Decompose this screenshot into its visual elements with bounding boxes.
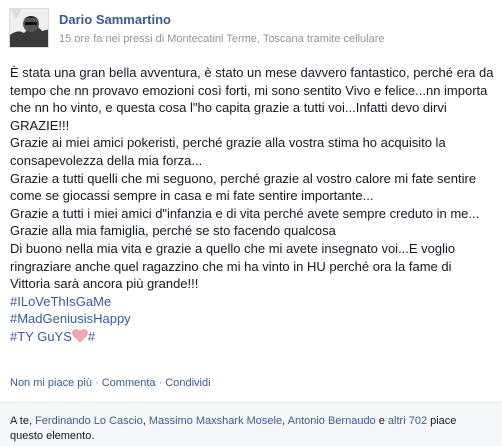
post-line: ringraziare anche quel ragazzino che mi … [10,258,452,274]
post-header: Dario Sammartino 15 ore fa nei pressi di… [9,8,489,48]
post-meta: 15 ore fa nei pressi di Montecatini Term… [59,33,385,45]
liker-link[interactable]: Massimo Maxshark Mosele [149,415,282,427]
post-line: È stata una gran bella avventura, è stat… [10,65,494,80]
post-line: Vittoria sarà ancora più grande!!! [10,276,199,292]
post-line: Grazie a tutti quelli che mi seguono, pe… [10,170,477,186]
liker-link[interactable]: Antonio Bernaudo [288,415,376,427]
post-body: È stata una gran bella avventura, è stat… [10,64,496,346]
action-separator: · [155,377,166,389]
profile-photo-icon [10,9,48,47]
post-actions: Non mi piace più · Commenta · Condividi [10,377,211,389]
likes-prefix: A te, [10,415,36,427]
post-line: Grazie ai miei amici pokeristi, perché g… [10,135,446,151]
hashtag-link[interactable]: #MadGeniusisHappy [10,311,131,326]
post-line: Di buono nella mia vita e grazie a quell… [10,240,456,256]
author-name[interactable]: Dario Sammartino [59,12,171,27]
comment-button[interactable]: Commenta [102,377,156,389]
post-location[interactable]: Montecatini Terme, Toscana [167,33,304,45]
liker-link[interactable]: Ferdinando Lo Cascio [35,415,143,427]
hashtag-link[interactable]: #ILoVeThIsGaMe [10,294,111,309]
likes-and: e [375,415,388,427]
unlike-button[interactable]: Non mi piace più [10,377,92,389]
post-line: come se giocassi sempre in casa e mi fat… [10,188,374,204]
likes-box: A te, Ferdinando Lo Cascio, Massimo Maxs… [0,402,502,446]
avatar[interactable] [9,8,49,48]
hashtag-link[interactable]: #TY GuYS [10,329,72,344]
post-time[interactable]: 15 ore fa [59,33,102,45]
likes-summary: A te, Ferdinando Lo Cascio, Massimo Maxs… [10,414,490,444]
post-card: Dario Sammartino 15 ore fa nei pressi di… [0,0,502,446]
hashtag-suffix[interactable]: # [88,329,95,344]
post-line: Grazie a tutti i miei amici d"infanzia e… [10,205,480,221]
other-likers-link[interactable]: altri 702 [388,415,427,427]
post-line: che nn ho vinto, e questa cosa l"ho capi… [10,100,447,116]
location-prefix: nei pressi di [102,33,168,45]
post-line: GRAZIE!!! [10,117,70,133]
share-button[interactable]: Condividi [165,377,210,389]
post-line: tempo che nn provavo emozioni così forti… [10,82,488,98]
post-via: tramite cellulare [303,33,385,45]
action-separator: · [91,377,102,389]
heart-icon [72,329,88,343]
post-line: consapevolezza della mia forza... [10,152,203,168]
post-line: Grazie alla mia famiglia, perché se sto … [10,223,336,239]
